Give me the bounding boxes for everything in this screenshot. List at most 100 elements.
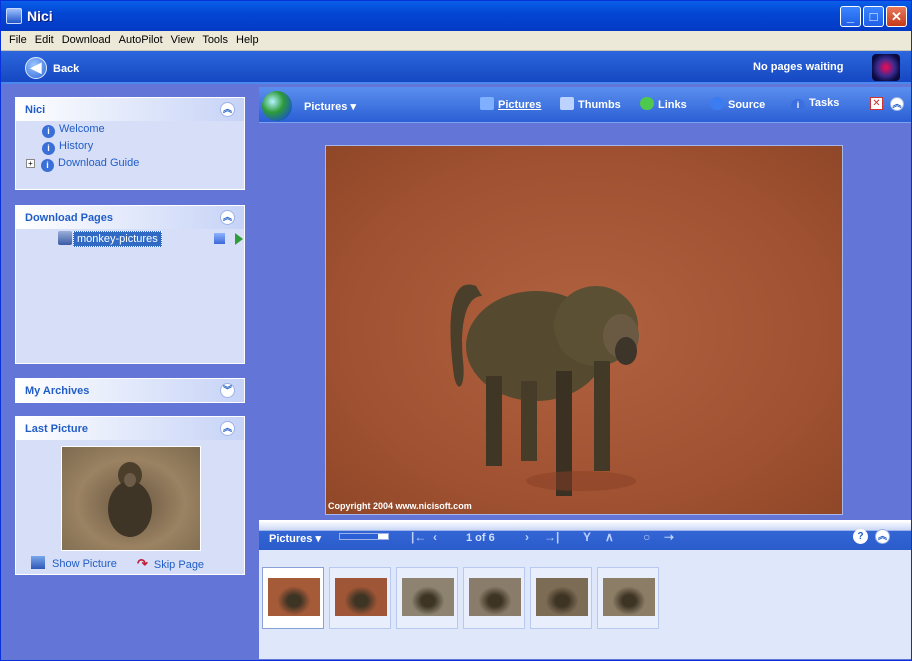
download-page-item[interactable]: monkey-pictures bbox=[73, 231, 162, 247]
up-icon[interactable]: ∧ bbox=[605, 530, 614, 544]
title-bar: Nici _ □ ✕ bbox=[1, 1, 911, 31]
my-archives-title: My Archives bbox=[25, 385, 90, 397]
nici-logo-icon[interactable] bbox=[872, 54, 900, 81]
thumbnail-6[interactable] bbox=[597, 567, 659, 629]
fullscreen-icon[interactable]: ✕ bbox=[870, 97, 883, 110]
info-icon: i bbox=[42, 142, 55, 155]
first-icon[interactable]: |← bbox=[411, 530, 426, 544]
thumbnail-image bbox=[268, 578, 320, 616]
forward-icon[interactable]: ➝ bbox=[664, 530, 674, 544]
info-icon: i bbox=[42, 125, 55, 138]
app-window: Nici _ □ ✕ File Edit Download AutoPilot View… bbox=[0, 0, 912, 661]
progress-bar bbox=[339, 533, 389, 540]
view-dropdown[interactable]: Pictures ▾ bbox=[304, 100, 356, 113]
thumbnail-3[interactable] bbox=[396, 567, 458, 629]
back-label: Back bbox=[53, 63, 80, 75]
main-picture[interactable]: Copyright 2004 www.nicisoft.com bbox=[325, 145, 843, 515]
last-picture-title: Last Picture bbox=[25, 423, 88, 435]
collapse-icon[interactable]: ︽ bbox=[875, 529, 890, 544]
menu-bar: File Edit Download AutoPilot View Tools Help bbox=[1, 31, 911, 51]
thumbnail-strip: Pictures ▾ |← ‹ 1 of 6 › →| Y ∧ ○ ➝ ? ︽ bbox=[259, 520, 911, 659]
main-view: Pictures ▾ Pictures Thumbs Links Source … bbox=[259, 87, 911, 517]
menu-autopilot[interactable]: AutoPilot bbox=[119, 31, 163, 46]
nav-bar: ◀ Back No pages waiting bbox=[1, 51, 911, 84]
tab-links[interactable]: Links bbox=[640, 97, 687, 111]
window-title: Nici bbox=[27, 8, 53, 24]
tab-tasks[interactable]: i Tasks bbox=[791, 97, 839, 112]
prev-icon[interactable]: ‹ bbox=[433, 530, 437, 544]
source-icon bbox=[710, 97, 724, 110]
last-icon[interactable]: →| bbox=[544, 530, 559, 544]
skip-page-link[interactable]: ↷ Skip Page bbox=[137, 556, 204, 572]
progress-fill bbox=[340, 534, 379, 539]
my-archives-panel: My Archives ︾ bbox=[15, 378, 245, 403]
last-picture-panel: Last Picture ︽ Show Picture ↷ Skip Page bbox=[15, 416, 245, 575]
thumbnail-1[interactable] bbox=[262, 567, 324, 629]
info-icon: i bbox=[41, 159, 54, 172]
maximize-button[interactable]: □ bbox=[863, 6, 884, 27]
thumbnail-image bbox=[536, 578, 588, 616]
chevron-down-icon: ▾ bbox=[315, 533, 322, 545]
strip-dropdown[interactable]: Pictures ▾ bbox=[269, 532, 321, 545]
thumbnail-image bbox=[603, 578, 655, 616]
collapse-icon[interactable]: ︽ bbox=[220, 421, 235, 436]
strip-toolbar: Pictures ▾ |← ‹ 1 of 6 › →| Y ∧ ○ ➝ ? ︽ bbox=[259, 522, 911, 550]
tab-pictures[interactable]: Pictures bbox=[480, 97, 541, 111]
nici-panel-header[interactable]: Nici ︽ bbox=[16, 98, 244, 121]
thumbnail-image bbox=[469, 578, 521, 616]
refresh-icon[interactable]: ○ bbox=[643, 530, 650, 544]
help-icon[interactable]: ? bbox=[853, 529, 868, 544]
thumbs-icon bbox=[560, 97, 574, 110]
link-download-guide[interactable]: + i Download Guide bbox=[26, 157, 139, 172]
menu-edit[interactable]: Edit bbox=[35, 31, 54, 46]
view-toolbar: Pictures ▾ Pictures Thumbs Links Source … bbox=[259, 87, 911, 123]
menu-download[interactable]: Download bbox=[62, 31, 111, 46]
expand-icon[interactable]: + bbox=[26, 159, 35, 168]
menu-view[interactable]: View bbox=[171, 31, 195, 46]
menu-tools[interactable]: Tools bbox=[202, 31, 228, 46]
menu-file[interactable]: File bbox=[9, 31, 27, 46]
globe-icon bbox=[262, 91, 292, 121]
tab-source[interactable]: Source bbox=[710, 97, 765, 111]
skip-arrow-icon: ↷ bbox=[137, 556, 148, 571]
collapse-icon[interactable]: ︽ bbox=[890, 97, 904, 111]
status-text: No pages waiting bbox=[753, 61, 844, 73]
close-button[interactable]: ✕ bbox=[886, 6, 907, 27]
collapse-icon[interactable]: ︽ bbox=[220, 210, 235, 225]
page-counter: 1 of 6 bbox=[466, 532, 495, 544]
show-picture-link[interactable]: Show Picture bbox=[31, 556, 117, 570]
baboon-photo-icon bbox=[108, 462, 152, 537]
page-icon bbox=[58, 231, 72, 245]
back-button[interactable]: ◀ Back bbox=[15, 54, 101, 81]
links-icon bbox=[640, 97, 654, 110]
expand-icon[interactable]: ︾ bbox=[220, 383, 235, 398]
link-history[interactable]: i History bbox=[42, 140, 93, 155]
thumbnail-2[interactable] bbox=[329, 567, 391, 629]
tab-thumbs[interactable]: Thumbs bbox=[560, 97, 621, 111]
download-pages-header[interactable]: Download Pages ︽ bbox=[16, 206, 244, 229]
my-archives-header[interactable]: My Archives ︾ bbox=[16, 379, 244, 402]
stop-icon[interactable] bbox=[214, 233, 225, 244]
last-picture-image[interactable] bbox=[61, 446, 201, 551]
download-pages-title: Download Pages bbox=[25, 212, 114, 224]
info-icon: i bbox=[791, 99, 805, 112]
thumbnail-5[interactable] bbox=[530, 567, 592, 629]
app-icon bbox=[6, 8, 22, 24]
back-arrow-icon: ◀ bbox=[25, 57, 47, 79]
collapse-icon[interactable]: ︽ bbox=[220, 102, 235, 117]
last-picture-header[interactable]: Last Picture ︽ bbox=[16, 417, 244, 440]
thumbnail-image bbox=[335, 578, 387, 616]
monitor-icon bbox=[31, 556, 45, 569]
pictures-icon bbox=[480, 97, 494, 110]
menu-help[interactable]: Help bbox=[236, 31, 259, 46]
nici-panel: Nici ︽ i Welcome i History + i Download Guid… bbox=[15, 97, 245, 190]
nici-panel-title: Nici bbox=[25, 104, 46, 116]
thumbnail-4[interactable] bbox=[463, 567, 525, 629]
minimize-button[interactable]: _ bbox=[840, 6, 861, 27]
next-icon[interactable]: › bbox=[525, 530, 529, 544]
play-icon[interactable] bbox=[235, 233, 243, 245]
download-pages-panel: Download Pages ︽ monkey-pictures bbox=[15, 205, 245, 364]
link-welcome[interactable]: i Welcome bbox=[42, 123, 105, 138]
chevron-down-icon: ▾ bbox=[350, 101, 357, 113]
down-icon[interactable]: Y bbox=[583, 530, 591, 544]
